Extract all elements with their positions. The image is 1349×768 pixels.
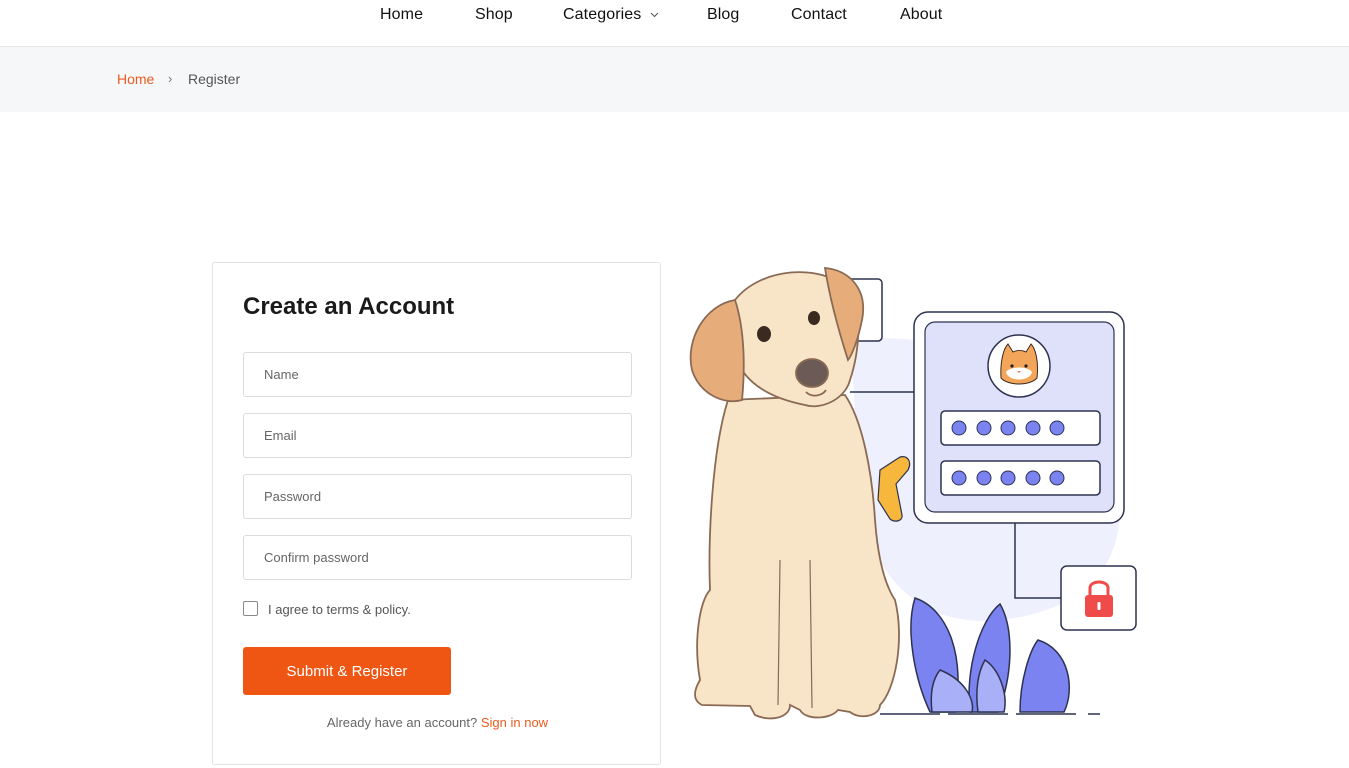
name-input[interactable]: [243, 352, 632, 397]
cat-avatar-icon: [987, 334, 1051, 398]
terms-checkbox[interactable]: [243, 601, 258, 616]
breadcrumb-separator: ›: [168, 71, 173, 86]
nav-about[interactable]: About: [900, 6, 942, 24]
password-input[interactable]: [243, 474, 632, 519]
terms-label[interactable]: I agree to terms & policy.: [268, 602, 411, 617]
nav-categories-label: Categories: [563, 6, 642, 23]
nav-blog[interactable]: Blog: [707, 6, 739, 24]
signin-prompt: Already have an account?: [326, 715, 478, 730]
signin-row: Already have an account? Sign in now: [213, 715, 662, 730]
signin-link[interactable]: Sign in now: [481, 715, 548, 730]
submit-register-button[interactable]: Submit & Register: [243, 647, 451, 695]
breadcrumb-home-link[interactable]: Home: [117, 71, 154, 87]
breadcrumb: Home › Register: [0, 47, 1349, 112]
nav-shop[interactable]: Shop: [475, 6, 513, 24]
top-navigation: Home Shop Categories Blog Contact About: [0, 0, 1349, 47]
confirm-password-input[interactable]: [243, 535, 632, 580]
nav-categories[interactable]: Categories: [563, 6, 659, 24]
dog-login-illustration: [689, 267, 1137, 720]
page-title: Create an Account: [243, 293, 455, 320]
nav-home[interactable]: Home: [380, 6, 423, 24]
breadcrumb-current: Register: [188, 71, 241, 87]
chevron-down-icon: [650, 12, 659, 17]
nav-contact[interactable]: Contact: [791, 6, 847, 24]
email-input[interactable]: [243, 413, 632, 458]
register-card: Create an Account I agree to terms & pol…: [212, 262, 661, 765]
